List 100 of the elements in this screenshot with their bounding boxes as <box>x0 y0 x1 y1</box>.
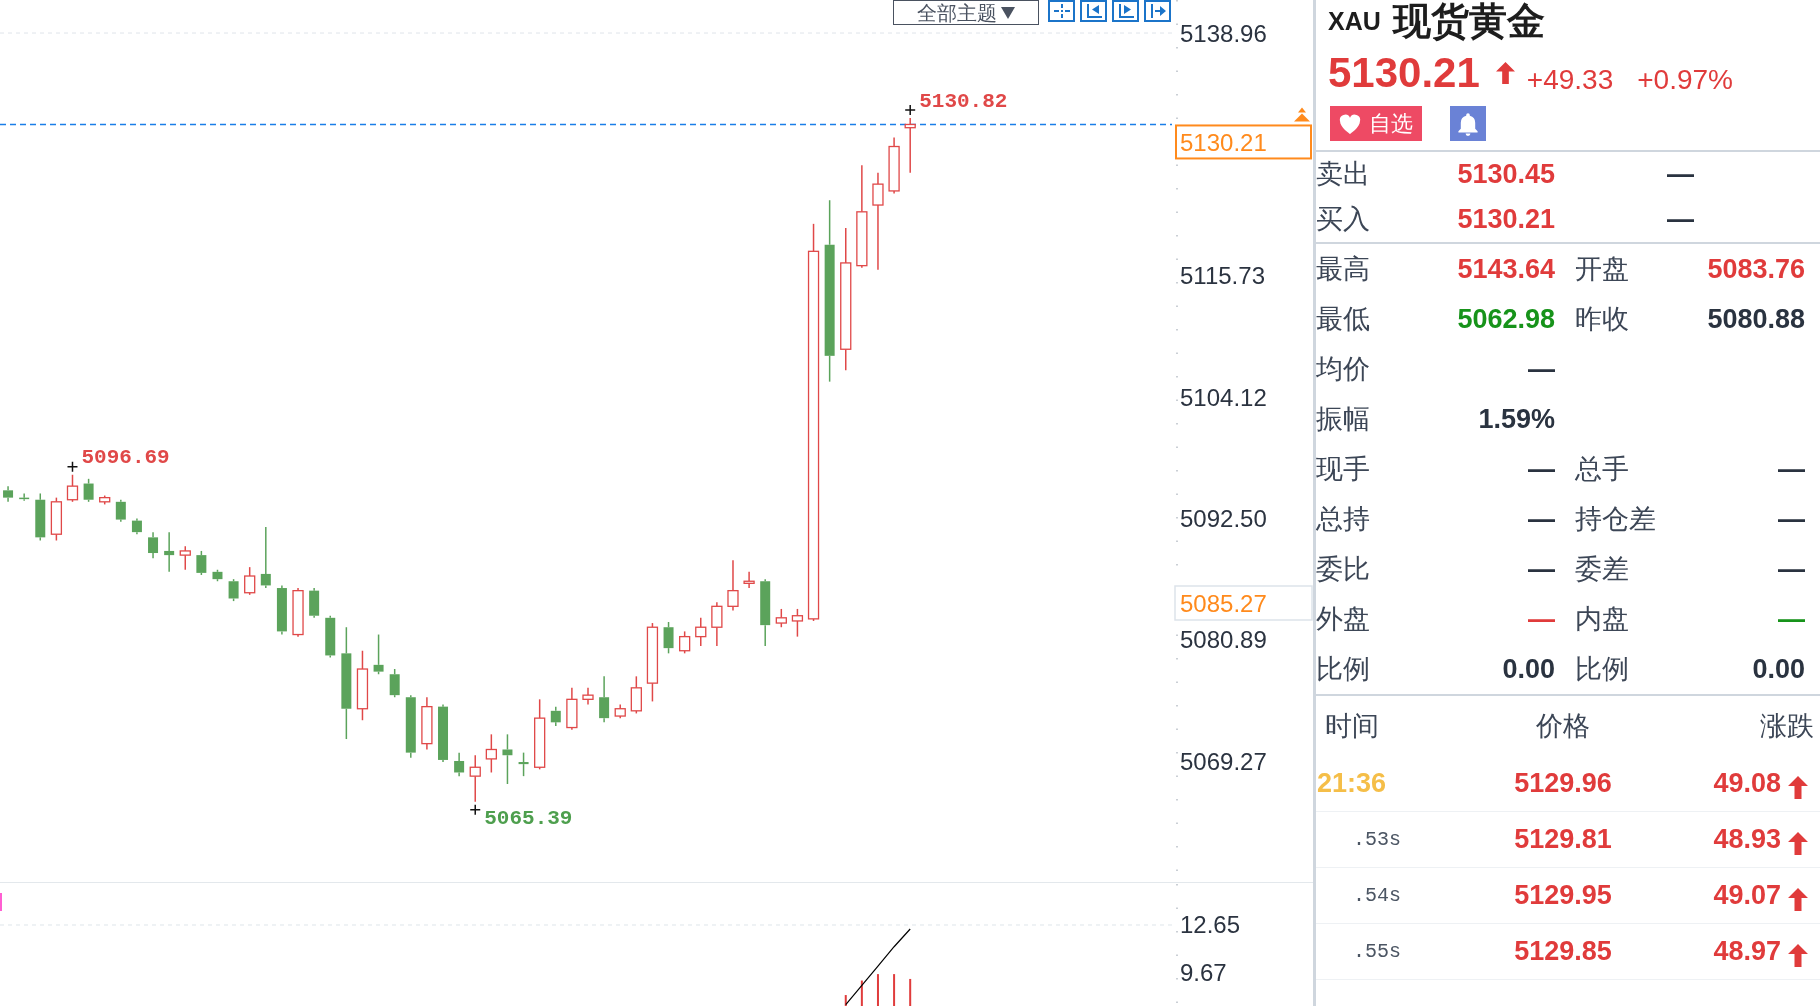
candle <box>421 696 433 751</box>
candle <box>373 633 384 675</box>
stat-label: 总持 <box>1316 505 1370 533</box>
candle <box>50 496 63 542</box>
candle <box>791 608 804 638</box>
candle <box>599 675 610 724</box>
candle <box>775 608 787 628</box>
plus-marker-icon <box>66 461 79 473</box>
candle <box>502 733 513 785</box>
candle <box>679 630 691 655</box>
candle <box>148 531 159 559</box>
candle <box>550 705 561 727</box>
column-header: 价格 <box>1536 712 1590 740</box>
candle <box>438 703 448 763</box>
stat-value: — <box>1528 355 1555 383</box>
price-change-percent: +0.97% <box>1637 66 1733 94</box>
candle <box>695 617 707 647</box>
trade-change: 48.97 <box>1713 938 1781 965</box>
trade-price: 5129.95 <box>1514 882 1612 909</box>
candle <box>66 474 79 503</box>
column-header: 涨跌 <box>1760 712 1814 740</box>
step-forward-button[interactable] <box>1112 0 1139 22</box>
axis-label: 5104.12 <box>1180 383 1267 411</box>
stat-value: — <box>1778 505 1805 533</box>
candle <box>518 751 529 777</box>
symbol-code: XAU <box>1328 9 1381 37</box>
quote-label: 买入 <box>1316 206 1370 233</box>
stat-value: 5080.88 <box>1707 305 1805 333</box>
instrument-name: 现货黄金 <box>1392 2 1545 44</box>
stat-value: 5143.64 <box>1457 255 1555 283</box>
stat-label: 总手 <box>1575 455 1629 483</box>
candle <box>663 621 674 655</box>
candle <box>244 566 256 596</box>
quote-value: 5130.21 <box>1457 206 1555 233</box>
stat-label: 最低 <box>1316 305 1370 333</box>
crosshair-icon <box>1051 3 1072 19</box>
axis-label: 12.65 <box>1180 911 1241 939</box>
stat-value: — <box>1528 505 1555 533</box>
theme-dropdown-button[interactable]: 全部主题 <box>893 0 1039 25</box>
candle <box>711 601 723 647</box>
candle <box>582 687 594 706</box>
quote-volume: — <box>1667 206 1694 233</box>
candle <box>888 136 900 195</box>
last-price-label: 5130.21 <box>1175 124 1312 160</box>
stat-label: 外盘 <box>1316 605 1370 633</box>
trade-price: 5129.81 <box>1514 826 1612 853</box>
stat-value: 0.00 <box>1752 655 1805 683</box>
stat-value: 5083.76 <box>1707 255 1805 283</box>
candle <box>131 517 142 535</box>
stat-value: — <box>1528 455 1555 483</box>
caret-down-icon <box>1001 6 1015 19</box>
candle <box>904 117 916 174</box>
candle <box>389 668 400 698</box>
price-change: +49.33 <box>1526 66 1614 94</box>
stat-value: — <box>1778 605 1805 633</box>
candle <box>3 485 14 503</box>
trade-change: 49.08 <box>1713 770 1781 797</box>
trade-change: 49.07 <box>1713 882 1781 909</box>
crosshair-button[interactable] <box>1048 0 1075 22</box>
pane-marker-icon <box>0 893 2 911</box>
candle <box>228 578 239 602</box>
candle <box>485 733 497 774</box>
candle <box>566 687 578 731</box>
stat-value: — <box>1528 555 1555 583</box>
candle <box>727 559 739 612</box>
candle <box>164 531 175 573</box>
candle <box>454 751 465 777</box>
price-annotation: 5130.82 <box>919 89 1008 113</box>
stat-label: 均价 <box>1316 355 1370 383</box>
stat-label: 开盘 <box>1575 255 1629 283</box>
axis-label: 5115.73 <box>1180 262 1265 290</box>
trade-time: .54s <box>1353 885 1401 906</box>
step-back-button[interactable] <box>1080 0 1107 22</box>
quote-label: 卖出 <box>1316 161 1370 188</box>
candle <box>325 615 336 659</box>
stat-label: 内盘 <box>1575 605 1629 633</box>
stat-label: 振幅 <box>1316 405 1370 433</box>
stat-label: 现手 <box>1316 455 1370 483</box>
stat-value: 5062.98 <box>1457 305 1555 333</box>
trade-time: 21:36 <box>1317 770 1387 797</box>
jump-to-end-button[interactable] <box>1144 0 1171 22</box>
candle <box>260 526 271 589</box>
candle <box>469 754 481 803</box>
quote-volume: — <box>1667 161 1694 188</box>
plus-marker-icon <box>469 804 481 816</box>
alert-button[interactable] <box>1450 106 1486 141</box>
stat-value: 0.00 <box>1502 655 1555 683</box>
candle <box>292 587 304 638</box>
trade-price: 5129.85 <box>1514 938 1612 965</box>
candle <box>743 571 755 589</box>
stat-label: 昨收 <box>1575 305 1629 333</box>
candle <box>19 492 30 502</box>
trade-change: 48.93 <box>1713 826 1781 853</box>
watchlist-button[interactable]: 自选 <box>1330 106 1422 141</box>
cursor-price-label: 5085.27 <box>1174 585 1313 621</box>
axis-label: 5092.50 <box>1180 505 1267 533</box>
candle <box>212 569 223 582</box>
candle <box>196 550 207 576</box>
candle <box>99 494 111 506</box>
trade-price: 5129.96 <box>1514 770 1612 797</box>
